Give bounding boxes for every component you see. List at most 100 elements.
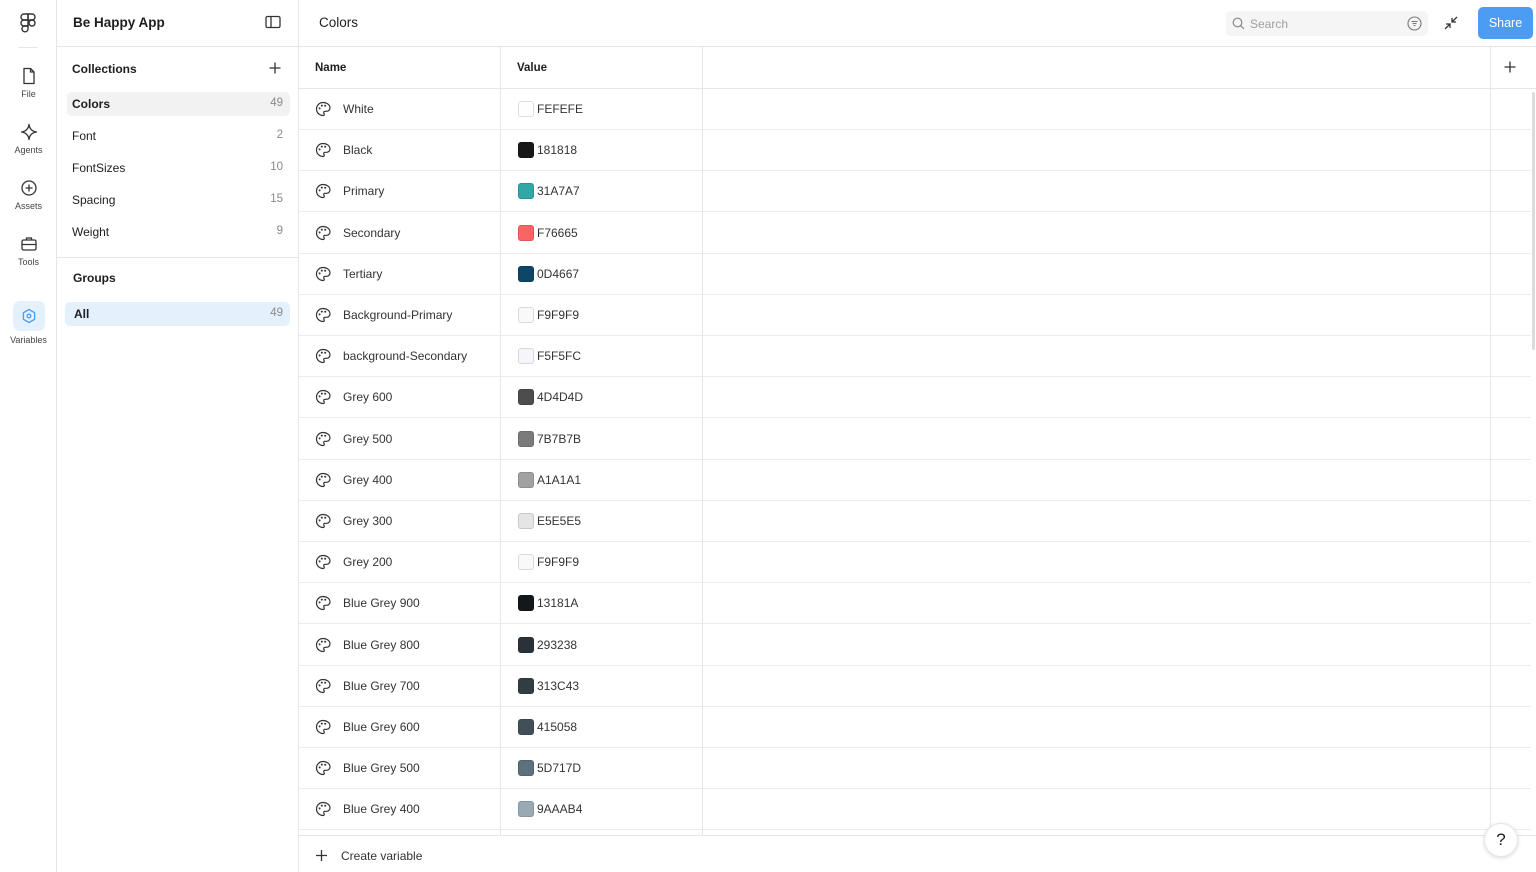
rail-item-tools[interactable]: Tools bbox=[0, 235, 57, 267]
variable-name[interactable]: Blue Grey 900 bbox=[343, 596, 420, 610]
color-swatch[interactable] bbox=[518, 431, 534, 447]
color-swatch[interactable] bbox=[518, 101, 534, 117]
variable-name[interactable]: Secondary bbox=[343, 226, 400, 240]
variable-name[interactable]: Tertiary bbox=[343, 267, 382, 281]
add-column-icon[interactable] bbox=[1503, 60, 1517, 74]
table-row[interactable]: Black 181818 bbox=[299, 130, 1531, 171]
table-row[interactable]: Grey 500 7B7B7B bbox=[299, 419, 1531, 460]
variable-name[interactable]: Blue Grey 700 bbox=[343, 679, 420, 693]
color-swatch[interactable] bbox=[518, 637, 534, 653]
variable-value[interactable]: 4D4D4D bbox=[537, 390, 583, 404]
table-row[interactable]: Tertiary 0D4667 bbox=[299, 254, 1531, 295]
collection-count: 10 bbox=[270, 161, 283, 173]
table-row[interactable]: Background-Primary F9F9F9 bbox=[299, 295, 1531, 336]
table-row[interactable]: Blue Grey 600 415058 bbox=[299, 707, 1531, 748]
variable-name[interactable]: Grey 200 bbox=[343, 555, 392, 569]
table-row[interactable]: White FEFEFE bbox=[299, 89, 1531, 130]
variable-value[interactable]: 31A7A7 bbox=[537, 184, 580, 198]
variable-value[interactable]: F9F9F9 bbox=[537, 555, 579, 569]
variable-name[interactable]: Grey 500 bbox=[343, 432, 392, 446]
variable-value[interactable]: 5D717D bbox=[537, 761, 581, 775]
color-swatch[interactable] bbox=[518, 760, 534, 776]
variable-value[interactable]: FEFEFE bbox=[537, 102, 583, 116]
color-swatch[interactable] bbox=[518, 801, 534, 817]
help-button[interactable]: ? bbox=[1484, 823, 1518, 857]
collection-item-fontsizes[interactable]: FontSizes 10 bbox=[67, 156, 290, 180]
variable-name[interactable]: Grey 600 bbox=[343, 390, 392, 404]
color-swatch[interactable] bbox=[518, 142, 534, 158]
variable-name[interactable]: Blue Grey 500 bbox=[343, 761, 420, 775]
color-swatch[interactable] bbox=[518, 307, 534, 323]
rail-item-agents[interactable]: Agents bbox=[0, 123, 57, 155]
table-row[interactable]: Blue Grey 800 293238 bbox=[299, 625, 1531, 666]
variable-value[interactable]: E5E5E5 bbox=[537, 514, 581, 528]
variable-name[interactable]: Primary bbox=[343, 184, 384, 198]
color-palette-icon bbox=[315, 760, 331, 776]
variable-name[interactable]: Blue Grey 600 bbox=[343, 720, 420, 734]
variable-name[interactable]: Grey 300 bbox=[343, 514, 392, 528]
variable-value[interactable]: F9F9F9 bbox=[537, 308, 579, 322]
create-variable-row[interactable]: Create variable bbox=[299, 835, 1536, 872]
sidebar-toggle-icon[interactable] bbox=[265, 15, 281, 29]
collection-item-weight[interactable]: Weight 9 bbox=[67, 220, 290, 244]
table-row[interactable]: Blue Grey 900 13181A bbox=[299, 583, 1531, 624]
variable-value[interactable]: A1A1A1 bbox=[537, 473, 581, 487]
rail-item-variables[interactable]: Variables bbox=[0, 301, 57, 345]
collection-item-spacing[interactable]: Spacing 15 bbox=[67, 188, 290, 212]
variable-value[interactable]: F5F5FC bbox=[537, 349, 581, 363]
scrollbar-thumb[interactable] bbox=[1532, 92, 1535, 350]
variable-value[interactable]: 293238 bbox=[537, 638, 577, 652]
variable-value[interactable]: 13181A bbox=[537, 596, 578, 610]
table-row[interactable]: Grey 300 E5E5E5 bbox=[299, 501, 1531, 542]
color-swatch[interactable] bbox=[518, 266, 534, 282]
share-button[interactable]: Share bbox=[1478, 7, 1533, 39]
variable-name[interactable]: Blue Grey 800 bbox=[343, 638, 420, 652]
variable-name[interactable]: White bbox=[343, 102, 374, 116]
variable-value[interactable]: 313C43 bbox=[537, 679, 579, 693]
table-row[interactable]: Primary 31A7A7 bbox=[299, 171, 1531, 212]
table-row[interactable]: background-Secondary F5F5FC bbox=[299, 336, 1531, 377]
collapse-icon[interactable] bbox=[1443, 15, 1459, 31]
add-collection-icon[interactable] bbox=[268, 61, 282, 75]
variable-name[interactable]: Blue Grey 400 bbox=[343, 802, 420, 816]
filter-icon[interactable] bbox=[1407, 16, 1422, 31]
variable-name[interactable]: Background-Primary bbox=[343, 308, 452, 322]
table-row[interactable]: Grey 400 A1A1A1 bbox=[299, 460, 1531, 501]
color-swatch[interactable] bbox=[518, 183, 534, 199]
search-input[interactable] bbox=[1250, 15, 1400, 32]
color-swatch[interactable] bbox=[518, 389, 534, 405]
color-swatch[interactable] bbox=[518, 719, 534, 735]
color-swatch[interactable] bbox=[518, 225, 534, 241]
color-palette-icon bbox=[315, 266, 331, 282]
variable-value[interactable]: 181818 bbox=[537, 143, 577, 157]
group-item-all[interactable]: All 49 bbox=[65, 302, 290, 326]
rail-item-file[interactable]: File bbox=[0, 67, 57, 99]
table-row[interactable]: Blue Grey 400 9AAAB4 bbox=[299, 789, 1531, 830]
color-palette-icon bbox=[315, 801, 331, 817]
figma-logo-icon[interactable] bbox=[18, 12, 38, 34]
rail-item-assets[interactable]: Assets bbox=[0, 179, 57, 211]
color-swatch[interactable] bbox=[518, 554, 534, 570]
color-swatch[interactable] bbox=[518, 595, 534, 611]
group-name: All bbox=[74, 307, 90, 321]
table-row[interactable]: Blue Grey 700 313C43 bbox=[299, 666, 1531, 707]
collection-item-font[interactable]: Font 2 bbox=[67, 124, 290, 148]
color-swatch[interactable] bbox=[518, 348, 534, 364]
color-swatch[interactable] bbox=[518, 513, 534, 529]
variable-name[interactable]: Black bbox=[343, 143, 372, 157]
table-row[interactable]: Secondary F76665 bbox=[299, 213, 1531, 254]
variable-value[interactable]: 415058 bbox=[537, 720, 577, 734]
search-box[interactable] bbox=[1226, 11, 1428, 36]
table-row[interactable]: Grey 600 4D4D4D bbox=[299, 377, 1531, 418]
variable-value[interactable]: 7B7B7B bbox=[537, 432, 581, 446]
color-swatch[interactable] bbox=[518, 472, 534, 488]
collection-item-colors[interactable]: Colors 49 bbox=[67, 92, 290, 116]
color-swatch[interactable] bbox=[518, 678, 534, 694]
variable-value[interactable]: F76665 bbox=[537, 226, 578, 240]
variable-name[interactable]: Grey 400 bbox=[343, 473, 392, 487]
variable-name[interactable]: background-Secondary bbox=[343, 349, 467, 363]
variable-value[interactable]: 9AAAB4 bbox=[537, 802, 582, 816]
variable-value[interactable]: 0D4667 bbox=[537, 267, 579, 281]
table-row[interactable]: Blue Grey 500 5D717D bbox=[299, 748, 1531, 789]
table-row[interactable]: Grey 200 F9F9F9 bbox=[299, 542, 1531, 583]
